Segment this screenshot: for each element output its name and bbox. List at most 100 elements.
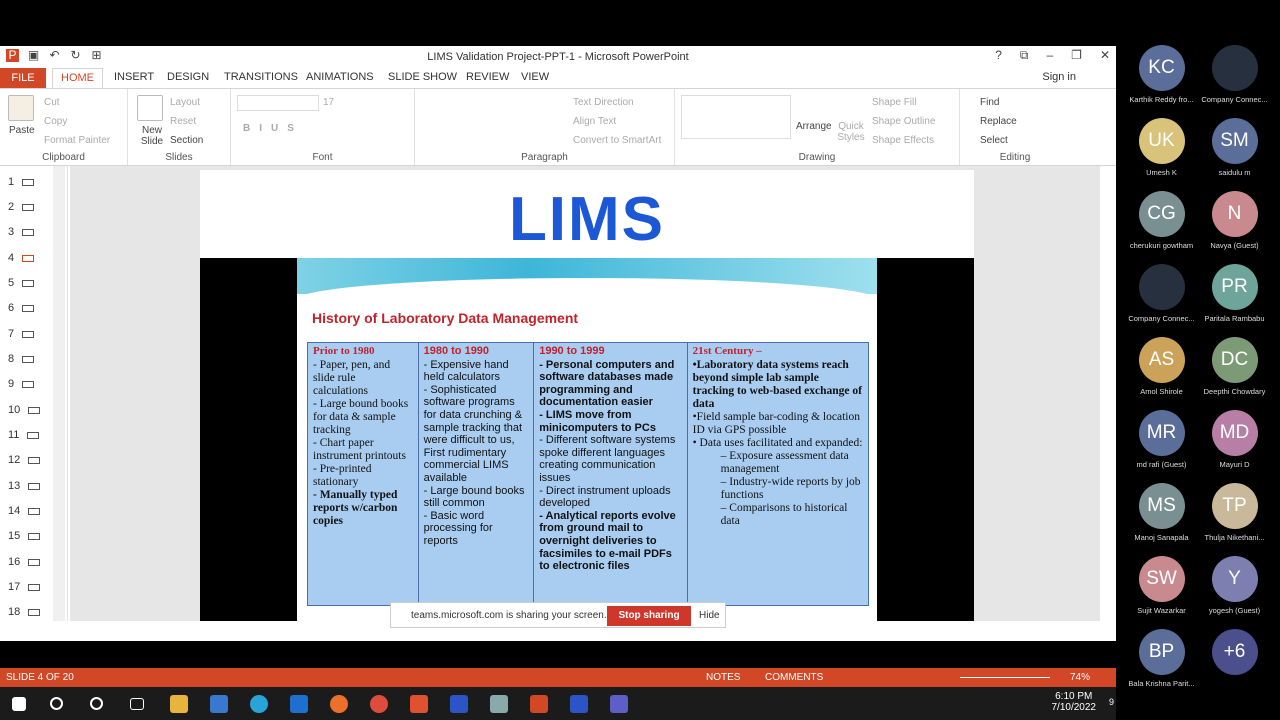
firefox-icon[interactable] [330, 695, 348, 713]
thumbnail-item[interactable]: 15 [8, 530, 41, 542]
tab-animations[interactable]: ANIMATIONS [306, 71, 374, 83]
participant-tile[interactable]: TP Thulja Nikethani... [1197, 483, 1272, 542]
edge-icon[interactable] [250, 695, 268, 713]
participant-tile[interactable]: PR Paritala Rambabu [1197, 264, 1272, 323]
tab-review[interactable]: REVIEW [466, 71, 509, 83]
word-icon[interactable] [450, 695, 468, 713]
slide[interactable]: LIMS History of Laboratory Data Manageme… [200, 170, 974, 621]
thumbnail-item[interactable]: 7 [8, 328, 35, 340]
thumbnail-item[interactable]: 3 [8, 226, 35, 238]
system-clock[interactable]: 6:10 PM 7/10/2022 [1052, 691, 1097, 713]
layout-button[interactable]: Layout [170, 97, 200, 108]
shapes-gallery[interactable] [681, 95, 791, 139]
more-participants-button[interactable]: +6 [1197, 629, 1272, 679]
tab-home[interactable]: HOME [52, 68, 103, 88]
thumbnail-item[interactable]: 12 [8, 454, 41, 466]
store-icon[interactable] [210, 695, 228, 713]
participant-tile[interactable]: BP Bala Krishna Parit... [1124, 629, 1199, 688]
shape-effects-button[interactable]: Shape Effects [872, 135, 934, 146]
thumbnail-item[interactable]: 13 [8, 480, 41, 492]
align-text-button[interactable]: Align Text [573, 116, 616, 127]
participant-tile[interactable]: Company Connec... [1197, 45, 1272, 104]
reset-button[interactable]: Reset [170, 116, 196, 127]
minimize-icon[interactable]: – [1046, 48, 1053, 63]
word-taskbar-icon[interactable] [570, 695, 588, 713]
maximize-icon[interactable]: ❐ [1071, 48, 1082, 63]
new-slide-button[interactable]: New Slide [138, 125, 166, 147]
participant-tile[interactable]: Yyogesh (Guest) [1197, 556, 1272, 615]
thumbnail-item[interactable]: 2 [8, 201, 35, 213]
paste-button[interactable]: Paste [9, 125, 35, 136]
notes-button[interactable]: NOTES [706, 672, 740, 683]
participant-tile[interactable]: MR md rafi (Guest) [1124, 410, 1199, 469]
section-button[interactable]: Section [170, 135, 203, 146]
help-icon[interactable]: ? [995, 48, 1002, 63]
thumbnail-item[interactable]: 8 [8, 353, 35, 365]
comments-button[interactable]: COMMENTS [765, 672, 823, 683]
tab-view[interactable]: VIEW [521, 71, 549, 83]
select-button[interactable]: Select [980, 135, 1008, 146]
replace-button[interactable]: Replace [980, 116, 1017, 127]
cut-button[interactable]: Cut [44, 97, 60, 108]
thumbnail-item[interactable]: 17 [8, 581, 41, 593]
quick-styles-button[interactable]: Quick Styles [837, 121, 865, 143]
thumbnail-scrollbar[interactable] [53, 166, 65, 621]
tab-slide-show[interactable]: SLIDE SHOW [388, 71, 457, 83]
thumbnail-item[interactable]: 5 [8, 277, 35, 289]
participant-tile[interactable]: Company Connec... [1124, 264, 1199, 323]
zoom-slider[interactable] [960, 677, 1050, 678]
zoom-level[interactable]: 74% [1070, 672, 1090, 683]
copy-button[interactable]: Copy [44, 116, 67, 127]
file-explorer-icon[interactable] [170, 695, 188, 713]
arrange-button[interactable]: Arrange [796, 121, 832, 132]
thumbnail-item[interactable]: 1 [8, 176, 35, 188]
participant-tile[interactable]: DC Deepthi Chowdary [1197, 337, 1272, 396]
windows-start-icon[interactable] [12, 697, 26, 711]
find-button[interactable]: Find [980, 97, 999, 108]
font-name-box[interactable] [237, 95, 319, 111]
restore-ribbon-icon[interactable]: ⧉ [1020, 48, 1029, 63]
participant-tile[interactable]: MD Mayuri D [1197, 410, 1272, 469]
office-icon[interactable] [410, 695, 428, 713]
app-icon[interactable] [490, 695, 508, 713]
participant-tile[interactable]: MS Manoj Sanapala [1124, 483, 1199, 542]
thumbnail-item[interactable]: 4 [8, 252, 35, 264]
tab-file[interactable]: FILE [0, 68, 46, 88]
powerpoint-taskbar-icon[interactable] [530, 695, 548, 713]
hide-button[interactable]: Hide [699, 610, 720, 621]
thumbnail-item[interactable]: 11 [8, 429, 40, 441]
mail-icon[interactable] [290, 695, 308, 713]
participant-tile[interactable]: N Navya (Guest) [1197, 191, 1272, 250]
stop-sharing-button[interactable]: Stop sharing [607, 606, 691, 626]
participant-tile[interactable]: KC Karthik Reddy fro... [1124, 45, 1199, 104]
participant-tile[interactable]: SM saidulu m [1197, 118, 1272, 177]
shape-outline-button[interactable]: Shape Outline [872, 116, 935, 127]
participant-tile[interactable]: SW Sujit Wazarkar [1124, 556, 1199, 615]
participant-tile[interactable]: AS Amol Shirole [1124, 337, 1199, 396]
close-icon[interactable]: ✕ [1100, 48, 1110, 63]
thumbnail-item[interactable]: 16 [8, 556, 41, 568]
chrome-icon[interactable] [370, 695, 388, 713]
notification-badge[interactable]: 9 [1109, 697, 1114, 707]
thumbnail-item[interactable]: 18 [8, 606, 41, 618]
thumbnail-item[interactable]: 10 [8, 404, 41, 416]
participant-tile[interactable]: CG cherukuri gowtham [1124, 191, 1199, 250]
thumbnail-item[interactable]: 9 [8, 378, 35, 390]
tab-transitions[interactable]: TRANSITIONS [224, 71, 298, 83]
participant-tile[interactable]: UK Umesh K [1124, 118, 1199, 177]
format-painter-button[interactable]: Format Painter [44, 135, 110, 146]
sign-in-link[interactable]: Sign in [1042, 71, 1076, 83]
tab-design[interactable]: DESIGN [167, 71, 209, 83]
cortana-icon[interactable] [90, 697, 103, 710]
thumbnail-item[interactable]: 6 [8, 302, 35, 314]
shape-fill-button[interactable]: Shape Fill [872, 97, 916, 108]
search-icon[interactable] [50, 697, 63, 710]
task-view-icon[interactable] [130, 698, 144, 710]
font-format-buttons[interactable]: BIUS [243, 123, 303, 134]
thumbnail-item[interactable]: 14 [8, 505, 41, 517]
convert-smartart-button[interactable]: Convert to SmartArt [573, 135, 661, 146]
teams-icon[interactable] [610, 695, 628, 713]
font-size-box[interactable]: 17 [323, 97, 334, 108]
text-direction-button[interactable]: Text Direction [573, 97, 634, 108]
tab-insert[interactable]: INSERT [114, 71, 154, 83]
